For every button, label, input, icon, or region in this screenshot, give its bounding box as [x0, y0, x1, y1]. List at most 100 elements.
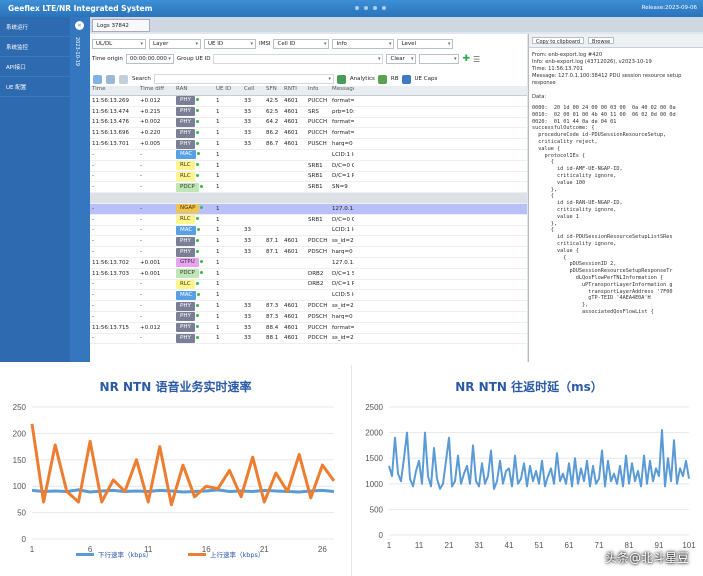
- table-row[interactable]: - - PHY 1 33 87.1 4601 PDCCH ss_id=2 cce_index=2…: [90, 236, 527, 248]
- sidebar-item-api[interactable]: API接口: [0, 57, 70, 77]
- table-row[interactable]: - - MAC 1 LCID:1 len=3 LCID:3 len=19 SBSR:lc…: [90, 150, 527, 161]
- column-header[interactable]: UE ID: [214, 86, 242, 95]
- table-row[interactable]: 11:56:13.696 +0.220 PHY 1 33 86.2 4601 PUCCH for…: [90, 128, 527, 140]
- table-cell: 1: [216, 108, 220, 115]
- x-tick-label: 26: [318, 545, 327, 554]
- table-row[interactable]: 11:56:13.269 +0.012 PHY 1 33 42.5 4601 PUCCH for…: [90, 96, 527, 107]
- legend-swatch-downlink: [76, 552, 94, 556]
- table-row[interactable]: 11:56:13.474 +0.215 PHY 1 33 62.5 4601 SRS prb=1…: [90, 107, 527, 118]
- group-ueid-input[interactable]: [213, 54, 384, 64]
- layer-chip: RLC: [176, 215, 195, 225]
- table-row[interactable]: - - MAC 1 LCID:5 len=84 PAD:len=32: [90, 290, 527, 302]
- copy-button[interactable]: Copy to clipboard: [532, 37, 585, 45]
- column-header[interactable]: RAN: [174, 86, 214, 95]
- menu-icon[interactable]: ☰: [473, 55, 480, 64]
- clear-button[interactable]: Clear: [386, 54, 417, 64]
- refresh-icon[interactable]: [93, 74, 102, 84]
- table-row[interactable]: [90, 193, 527, 204]
- table-row[interactable]: - - PDCP 1 SRB1 SN=9: [90, 182, 527, 194]
- code-line: id id-AMF-UE-NGAP-ID,: [532, 166, 623, 173]
- table-cell: 4601: [284, 313, 298, 320]
- table-cell: RLC: [174, 215, 214, 225]
- table-row[interactable]: 11:56:13.703 +0.001 PDCP 1 DRB2 D/C=1 SN=6: [90, 269, 527, 280]
- browse-button[interactable]: Browse: [588, 37, 615, 45]
- column-header[interactable]: SFN: [264, 86, 282, 95]
- x-tick-label: 21: [445, 541, 454, 550]
- window-controls[interactable]: [355, 6, 395, 12]
- sidebar-item-run[interactable]: 系统运行: [0, 17, 70, 37]
- layer-chip: PHY: [176, 247, 195, 257]
- extra-select[interactable]: [419, 54, 460, 64]
- status-dot-icon: [195, 238, 199, 242]
- table-cell: -: [140, 303, 142, 310]
- table-cell: NGAP: [174, 204, 214, 214]
- table-cell: 1: [216, 324, 220, 331]
- table-cell: 87.1: [266, 249, 279, 256]
- table-row[interactable]: - - RLC 1 DRB2 D/C=1 P=1 SI=00 SN=6: [90, 279, 527, 291]
- cellid-select[interactable]: Cell ID: [273, 39, 330, 49]
- code-line: {: [532, 254, 567, 261]
- layer-chip: PHY: [176, 128, 195, 138]
- table-cell: PDSCH: [308, 249, 328, 256]
- sidebar-item-monitor[interactable]: 系统监控: [0, 37, 70, 57]
- pause-icon[interactable]: [106, 74, 115, 84]
- search-input[interactable]: [153, 74, 334, 84]
- code-line: associatedQosFlowList {: [532, 308, 654, 315]
- table-row[interactable]: - - RLC 1 SRB1 D/C=0 CPT=0 ACK_SN=10: [90, 215, 527, 226]
- info-select[interactable]: Info: [332, 39, 395, 49]
- table-cell: 127.0.1.100:38412 PDU session resource s…: [332, 205, 354, 212]
- code-line: value {: [532, 247, 579, 254]
- x-tick-label: 1: [30, 545, 35, 554]
- layer-select[interactable]: Layer: [149, 39, 201, 49]
- table-cell: 11:56:13.474: [92, 108, 129, 115]
- table-cell: PDCCH: [308, 335, 328, 342]
- table-cell: ss_id=2 cce_index=2 al=2 dci=1_1: [332, 303, 354, 310]
- table-row[interactable]: - - RLC 1 SRB1 D/C=1 P=1 SI=00 SN=9: [90, 171, 527, 183]
- tab-logs[interactable]: Logs 37842: [92, 19, 150, 32]
- table-row[interactable]: - - NGAP 1 127.0.1.100:38412 PDU session res…: [90, 203, 527, 215]
- table-row[interactable]: 11:56:13.476 +0.002 PHY 1 33 64.2 4601 PUCCH for…: [90, 117, 527, 129]
- time-origin-input[interactable]: 00:00:00.000: [125, 54, 174, 64]
- table-row[interactable]: 11:56:13.701 +0.005 PHY 1 33 86.7 4601 PUSCH har…: [90, 139, 527, 150]
- sidebar-item-ue-config[interactable]: UE 配置: [0, 77, 70, 97]
- analytics-button[interactable]: Analytics: [350, 76, 375, 82]
- table-row[interactable]: - - PHY 1 33 87.3 4601 PDSCH harq=0 prb=23:2 sym…: [90, 312, 527, 323]
- table-row[interactable]: - - PHY 1 33 87.3 4601 PDCCH ss_id=2 cce_index=2…: [90, 301, 527, 312]
- table-cell: 11:56:13.701: [92, 141, 129, 148]
- table-row[interactable]: 11:56:13.715 +0.012 PHY 1 33 88.4 4601 PUCCH for…: [90, 323, 527, 334]
- column-header[interactable]: Time: [90, 86, 138, 95]
- table-cell: PDSCH: [308, 313, 328, 320]
- table-row[interactable]: - - RLC 1 SRB1 D/C=0 CPT=0 ACK_SN=9: [90, 161, 527, 172]
- vertical-date: 2023-10-19: [74, 37, 80, 67]
- ueid-select[interactable]: UE ID: [204, 39, 256, 49]
- filter-icon[interactable]: [119, 74, 128, 84]
- table-cell: -: [92, 303, 94, 310]
- table-row[interactable]: - - MAC 1 33 LCID:1 len=3 PAD:len=57: [90, 225, 527, 237]
- table-cell: PHY: [174, 117, 214, 127]
- collapse-icon[interactable]: «: [75, 21, 84, 30]
- voice-rate-chart: NR NTN 语音业务实时速率 0 50 100 150 200 250 1 6 11 16 21 2…: [0, 365, 352, 576]
- column-header[interactable]: Message: [330, 86, 354, 95]
- dir-select[interactable]: UL/DL: [92, 39, 146, 49]
- table-cell: 33: [244, 141, 251, 148]
- table-cell: 1: [216, 259, 220, 266]
- table-cell: 11:56:13.703: [92, 270, 129, 277]
- rb-button[interactable]: RB: [391, 76, 399, 82]
- table-cell: 42.5: [266, 97, 279, 104]
- status-dot-icon: [195, 119, 199, 123]
- y-tick-label: 1500: [365, 454, 383, 463]
- table-row[interactable]: - - PHY 1 33 87.1 4601 PDSCH harq=0 prb=0 symb=2…: [90, 247, 527, 258]
- table-row[interactable]: 11:56:13.702 +0.001 GTPU 1 127.0.1.100:2152 …: [90, 258, 527, 269]
- rb-icon: [377, 74, 387, 84]
- column-header[interactable]: Info: [306, 86, 330, 95]
- table-row[interactable]: - - PHY 1 33 88.1 4601 PDCCH ss_id=2 cce_index=2…: [90, 333, 527, 345]
- x-tick-label: 1: [387, 541, 392, 550]
- layer-chip: PHY: [176, 312, 195, 322]
- level-select[interactable]: Level: [397, 39, 454, 49]
- code-line: criticality ignore,: [532, 206, 617, 213]
- column-header[interactable]: Cell: [242, 86, 264, 95]
- add-icon[interactable]: ✚: [462, 54, 470, 64]
- column-header[interactable]: RNTI: [282, 86, 306, 95]
- column-header[interactable]: Time diff: [138, 86, 174, 95]
- ue-caps-button[interactable]: UE Caps: [415, 76, 438, 82]
